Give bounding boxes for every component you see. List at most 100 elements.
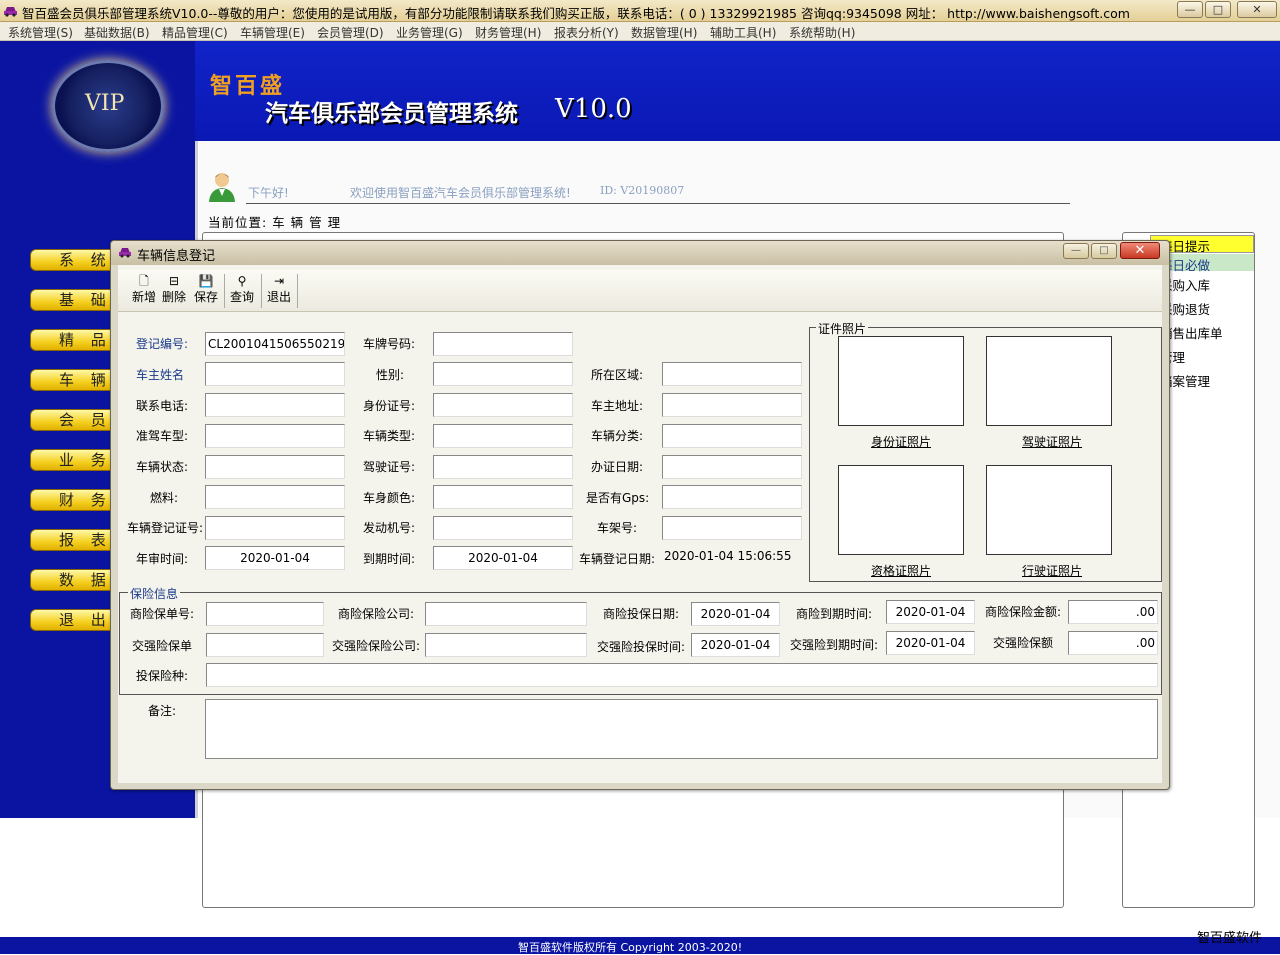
menu-report[interactable]: 报表分析(Y) bbox=[554, 24, 619, 41]
status-field[interactable] bbox=[205, 455, 345, 479]
menu-member[interactable]: 会员管理(D) bbox=[317, 24, 384, 41]
inspect-date-field[interactable]: 2020-01-04 bbox=[205, 546, 345, 570]
label-reg-date: 车辆登记日期: bbox=[579, 552, 656, 566]
label-address: 车主地址: bbox=[591, 399, 644, 413]
dialog-minimize-button[interactable]: — bbox=[1063, 243, 1089, 259]
expire-date-field[interactable]: 2020-01-04 bbox=[433, 546, 573, 570]
com-company-field[interactable] bbox=[425, 602, 587, 626]
color-field[interactable] bbox=[433, 485, 573, 509]
qualification-photo-link[interactable]: 资格证照片 bbox=[871, 562, 931, 579]
cmp-amount-field[interactable]: .00 bbox=[1068, 631, 1158, 655]
label-gps: 是否有Gps: bbox=[586, 491, 650, 505]
close-icon: ✕ bbox=[1252, 3, 1262, 16]
label-phone: 联系电话: bbox=[136, 399, 189, 413]
reg-no-field[interactable]: CL2001041506550219 bbox=[205, 332, 345, 356]
label-license-no: 驾驶证号: bbox=[363, 460, 416, 474]
com-end-field[interactable]: 2020-01-04 bbox=[886, 600, 975, 624]
issue-date-field[interactable] bbox=[662, 455, 802, 479]
system-name: 汽车俱乐部会员管理系统 bbox=[265, 101, 518, 127]
idcard-photo[interactable] bbox=[838, 336, 964, 426]
menu-business[interactable]: 业务管理(G) bbox=[396, 24, 463, 41]
label-cmp-no: 交强险保单 bbox=[132, 639, 193, 653]
label-com-start: 商险投保日期: bbox=[603, 607, 680, 621]
greeting-text: 下午好! bbox=[248, 186, 289, 200]
vehicle-license-photo[interactable] bbox=[986, 465, 1112, 555]
menu-finance[interactable]: 财务管理(H) bbox=[475, 24, 541, 41]
menu-system[interactable]: 系统管理(S) bbox=[8, 24, 73, 41]
label-owner: 车主姓名 bbox=[136, 368, 185, 382]
dialog-title: 车辆信息登记 bbox=[137, 249, 216, 264]
save-icon: 💾 bbox=[198, 274, 214, 288]
gps-field[interactable] bbox=[662, 485, 802, 509]
fuel-field[interactable] bbox=[205, 485, 345, 509]
user-avatar-icon bbox=[209, 173, 235, 202]
new-button[interactable]: 🗋 新增 bbox=[129, 274, 159, 310]
maximize-icon: □ bbox=[1212, 3, 1224, 16]
maximize-icon: □ bbox=[1099, 245, 1109, 256]
license-type-field[interactable] bbox=[205, 424, 345, 448]
cmp-policy-field[interactable] bbox=[206, 633, 324, 657]
com-amount-field[interactable]: .00 bbox=[1068, 600, 1158, 624]
license-no-field[interactable] bbox=[433, 455, 573, 479]
engine-field[interactable] bbox=[433, 516, 573, 540]
label-remark: 备注: bbox=[148, 704, 177, 718]
delete-button[interactable]: ⊟ 删除 bbox=[159, 274, 189, 310]
exit-button[interactable]: ⇥ 退出 bbox=[264, 274, 294, 310]
version-label: V10.0 bbox=[555, 94, 632, 124]
label-expire: 到期时间: bbox=[363, 552, 416, 566]
menu-tools[interactable]: 辅助工具(H) bbox=[710, 24, 776, 41]
label-fuel: 燃料: bbox=[150, 491, 179, 505]
plate-field[interactable] bbox=[433, 332, 573, 356]
label-kinds: 投保险种: bbox=[136, 669, 189, 683]
com-start-field[interactable]: 2020-01-04 bbox=[691, 602, 780, 626]
remark-textarea[interactable] bbox=[205, 699, 1158, 759]
close-button[interactable]: ✕ bbox=[1237, 1, 1277, 18]
label-issue-date: 办证日期: bbox=[591, 460, 644, 474]
address-field[interactable] bbox=[662, 393, 802, 417]
idcard-field[interactable] bbox=[433, 393, 573, 417]
vehicle-license-photo-link[interactable]: 行驶证照片 bbox=[1022, 562, 1082, 579]
qualification-photo[interactable] bbox=[838, 465, 964, 555]
label-cmp-end: 交强险到期时间: bbox=[790, 638, 879, 652]
dialog-maximize-button[interactable]: □ bbox=[1091, 243, 1117, 259]
phone-field[interactable] bbox=[205, 393, 345, 417]
idcard-photo-link[interactable]: 身份证照片 bbox=[871, 433, 931, 450]
vehicle-type-field[interactable] bbox=[433, 424, 573, 448]
cmp-end-field[interactable]: 2020-01-04 bbox=[886, 631, 975, 655]
footer: 智百盛软件版权所有 Copyright 2003-2020! bbox=[0, 937, 1280, 954]
menu-data[interactable]: 数据管理(H) bbox=[631, 24, 697, 41]
label-engine: 发动机号: bbox=[363, 521, 416, 535]
com-policy-field[interactable] bbox=[206, 602, 324, 626]
menu-vehicle[interactable]: 车辆管理(E) bbox=[240, 24, 305, 41]
label-gender: 性别: bbox=[376, 368, 405, 382]
insurance-kinds-field[interactable] bbox=[206, 663, 1158, 687]
label-frame: 车架号: bbox=[597, 521, 638, 535]
toolbar-separator bbox=[224, 274, 225, 308]
insurance-group-legend: 保险信息 bbox=[128, 585, 181, 602]
maximize-button[interactable]: □ bbox=[1205, 1, 1231, 18]
reg-cert-field[interactable] bbox=[205, 516, 345, 540]
driver-license-photo[interactable] bbox=[986, 336, 1112, 426]
toolbar-separator bbox=[297, 274, 298, 308]
menu-basic-data[interactable]: 基础数据(B) bbox=[84, 24, 150, 41]
driver-license-photo-link[interactable]: 驾驶证照片 bbox=[1022, 433, 1082, 450]
menu-boutique[interactable]: 精品管理(C) bbox=[162, 24, 228, 41]
divider bbox=[246, 203, 1070, 204]
dialog-close-button[interactable]: ✕ bbox=[1120, 242, 1160, 259]
query-button[interactable]: ⚲ 查询 bbox=[227, 274, 257, 310]
label-plate: 车牌号码: bbox=[363, 337, 416, 351]
frame-field[interactable] bbox=[662, 516, 802, 540]
save-button[interactable]: 💾 保存 bbox=[191, 274, 221, 310]
cmp-start-field[interactable]: 2020-01-04 bbox=[691, 633, 780, 657]
label-com-company: 商险保险公司: bbox=[338, 607, 415, 621]
menu-help[interactable]: 系统帮助(H) bbox=[789, 24, 855, 41]
minimize-button[interactable]: — bbox=[1177, 1, 1203, 18]
cmp-company-field[interactable] bbox=[425, 633, 587, 657]
dialog-titlebar: 车辆信息登记 — □ bbox=[111, 241, 1169, 265]
region-field[interactable] bbox=[662, 362, 802, 386]
owner-field[interactable] bbox=[205, 362, 345, 386]
gender-field[interactable] bbox=[433, 362, 573, 386]
label-idcard: 身份证号: bbox=[363, 399, 416, 413]
label-license-type: 准驾车型: bbox=[136, 429, 189, 443]
vehicle-class-field[interactable] bbox=[662, 424, 802, 448]
